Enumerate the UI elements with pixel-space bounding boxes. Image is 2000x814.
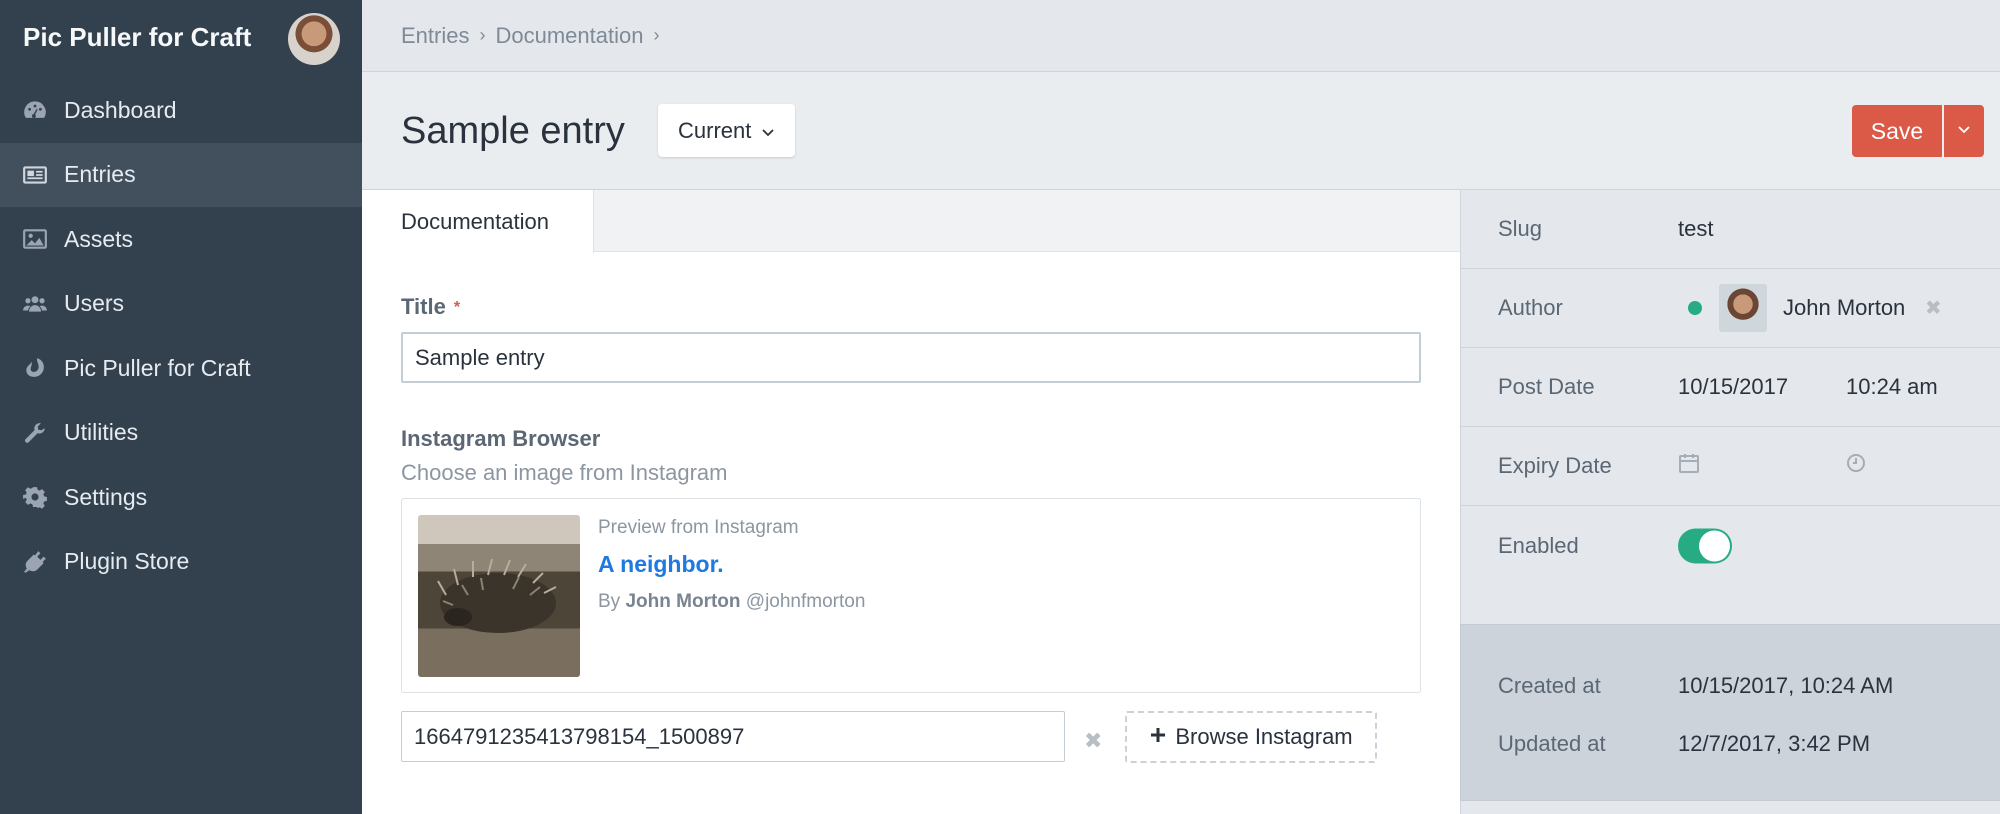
sidebar-item-label: Settings [64,483,148,510]
sidebar: Pic Puller for Craft Dashboard Entries A… [0,0,362,814]
author-row: Author John Morton ✖ [1461,269,2000,348]
updated-at-value: 12/7/2017, 3:42 PM [1678,731,1871,756]
calendar-icon[interactable] [1678,452,1700,480]
title-input[interactable]: Sample entry [401,332,1421,383]
site-name[interactable]: Pic Puller for Craft [23,22,251,53]
post-time-input[interactable]: 10:24 am [1846,374,1938,400]
instagram-field-label: Instagram Browser [401,426,601,451]
image-icon [0,226,64,252]
tab-documentation[interactable]: Documentation [362,190,594,253]
expiry-date-label: Expiry Date [1498,453,1612,478]
preview-caption-link[interactable]: A neighbor. [598,551,724,578]
revision-label: Current [678,117,752,143]
sidebar-item-assets[interactable]: Assets [0,207,362,272]
breadcrumb-entries[interactable]: Entries [401,23,469,49]
entry-content: Documentation Title * Sample entry Instag… [362,190,1460,814]
created-at-value: 10/15/2017, 10:24 AM [1678,673,1894,698]
user-avatar[interactable] [288,13,340,65]
author-label: Author [1498,295,1563,320]
sidebar-item-label: Dashboard [64,96,177,123]
instagram-media-id-input[interactable]: 1664791235413798154_1500897 [401,711,1065,762]
expiry-date-row: Expiry Date [1461,427,2000,506]
author-avatar[interactable] [1719,284,1767,332]
save-options-button[interactable] [1944,105,1984,157]
preview-author-name: John Morton [625,591,741,612]
chevron-down-icon [761,118,775,144]
title-field-label: Title * [401,294,460,320]
plugin-leaf-icon [0,355,64,381]
instagram-preview-card: Preview from Instagram A neighbor. By Jo… [401,498,1421,693]
sidebar-item-pic-puller[interactable]: Pic Puller for Craft [0,336,362,401]
page-title: Sample entry [401,110,625,152]
slug-label: Slug [1498,216,1543,241]
gear-icon [0,484,64,510]
browse-instagram-button[interactable]: Browse Instagram [1125,711,1377,763]
save-button[interactable]: Save [1852,105,1942,157]
sidebar-item-label: Assets [64,225,134,252]
status-dot [1688,301,1702,315]
toggle-knob [1699,530,1730,561]
sidebar-item-plugin-store[interactable]: Plugin Store [0,530,362,595]
instagram-field-instructions: Choose an image from Instagram [401,460,728,485]
preview-author-handle: @johnfmorton [745,591,866,612]
plug-icon [0,549,64,575]
author-name[interactable]: John Morton [1783,295,1905,321]
tab-bar: Documentation [362,190,1460,253]
sidebar-item-label: Utilities [64,419,139,446]
breadcrumb: Entries › Documentation › [362,0,2000,72]
breadcrumb-documentation[interactable]: Documentation [495,23,643,49]
post-date-row: Post Date 10/15/2017 10:24 am [1461,348,2000,427]
dashboard-icon [0,97,64,123]
entry-meta-panel: Slug test Author John Morton ✖ Post Date… [1460,190,2000,624]
instagram-preview-image [418,515,580,677]
enabled-toggle[interactable] [1678,528,1732,563]
sidebar-item-label: Pic Puller for Craft [64,354,251,381]
required-indicator: * [453,299,461,316]
slug-row: Slug test [1461,190,2000,269]
sidebar-item-label: Plugin Store [64,548,190,575]
preview-author-line: By John Morton @johnfmorton [598,591,865,613]
chevron-down-icon [1957,122,1971,140]
sidebar-item-dashboard[interactable]: Dashboard [0,78,362,143]
slug-input[interactable]: test [1678,216,1713,242]
sidebar-item-label: Users [64,290,125,317]
updated-at-label: Updated at [1498,731,1606,756]
post-date-label: Post Date [1498,374,1595,399]
chevron-right-icon: › [479,25,486,45]
clock-icon[interactable] [1846,453,1866,479]
remove-author-icon[interactable]: ✖ [1925,296,1942,321]
created-at-row: Created at 10/15/2017, 10:24 AM [1461,673,2000,713]
wrench-icon [0,420,64,446]
chevron-right-icon: › [653,25,660,45]
entry-timestamps: Created at 10/15/2017, 10:24 AM Updated … [1460,624,2000,800]
page-header: Sample entry Current Save [362,72,2000,190]
browse-instagram-label: Browse Instagram [1175,724,1353,749]
preview-source-label: Preview from Instagram [598,517,799,538]
users-icon [0,291,64,317]
by-prefix: By [598,591,621,612]
sidebar-item-entries[interactable]: Entries [0,142,362,207]
sidebar-item-users[interactable]: Users [0,272,362,337]
sidebar-item-label: Entries [64,161,136,188]
sidebar-nav: Dashboard Entries Assets Users Pic Pulle… [0,78,362,594]
created-at-label: Created at [1498,673,1601,698]
updated-at-row: Updated at 12/7/2017, 3:42 PM [1461,731,2000,771]
revision-menu-button[interactable]: Current [658,104,796,157]
post-date-input[interactable]: 10/15/2017 [1678,374,1788,400]
newspaper-icon [0,162,64,188]
plus-icon [1149,724,1167,750]
sidebar-item-utilities[interactable]: Utilities [0,401,362,466]
clear-icon[interactable]: ✖ [1084,728,1102,754]
enabled-label: Enabled [1498,532,1579,558]
enabled-row: Enabled [1461,506,2000,585]
sidebar-item-settings[interactable]: Settings [0,465,362,530]
title-label-text: Title [401,294,446,319]
meta-panel-footer [1460,800,2000,814]
